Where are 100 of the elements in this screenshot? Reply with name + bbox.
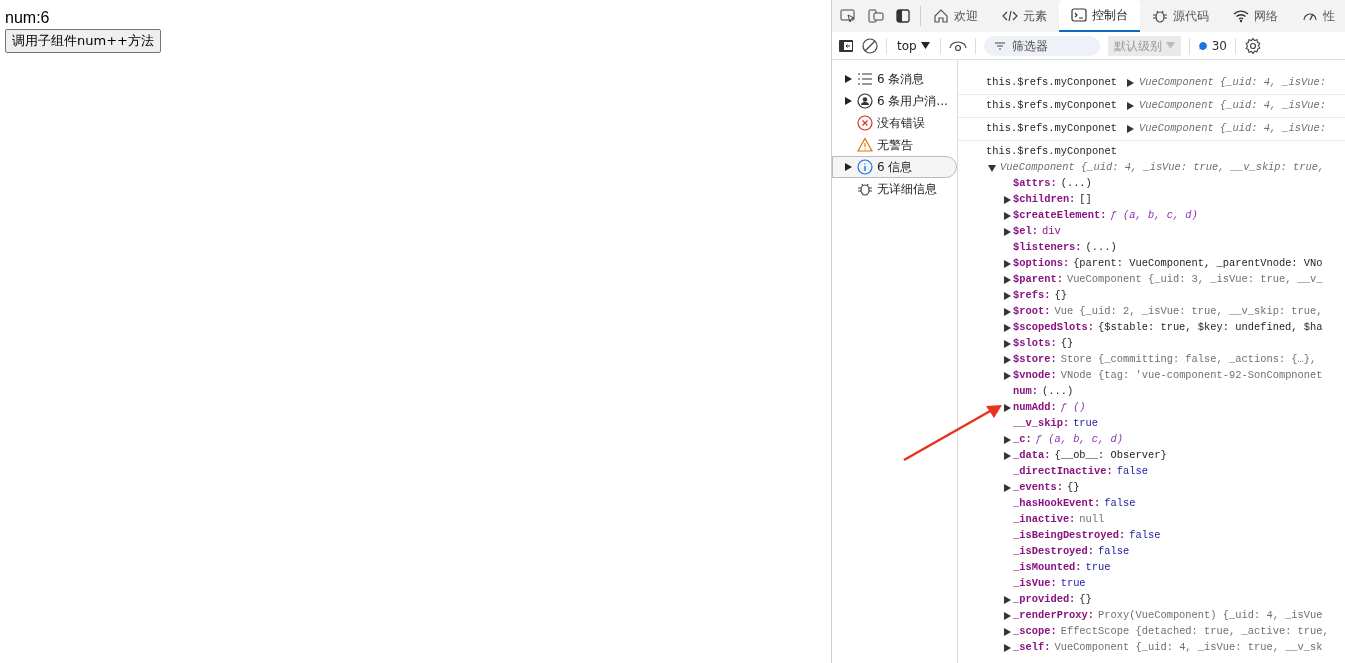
property-value: VueComponent {_uid: 4, _isVue: true, __v_sk [1054,639,1323,655]
expand-icon[interactable] [1126,79,1135,87]
sidebar-item[interactable]: 无详细信息 [832,178,957,200]
property-value: {__ob__: Observer} [1054,447,1167,463]
sidebar-item[interactable]: 没有错误 [832,112,957,134]
bug-icon [857,181,873,197]
property-key: _inactive: [1013,511,1076,528]
property-key: _hasHookEvent: [1013,495,1101,512]
increment-button[interactable]: 调用子组件num++方法 [5,29,161,53]
object-preview: VueComponent {_uid: 4, _isVue: [1138,121,1326,137]
property-value: null [1079,511,1105,527]
property-key: $slots: [1013,335,1057,352]
property-key: $children: [1013,191,1076,208]
property-key: _events: [1013,479,1063,496]
sidebar-item[interactable]: 无警告 [832,134,957,156]
clear-icon[interactable] [862,37,878,54]
property-key: _data: [1013,447,1051,464]
expand-icon[interactable] [1004,403,1012,412]
property-key: _isVue: [1013,575,1057,592]
property-value: (...) [1085,239,1117,255]
property-value: VNode {tag: 'vue-component-92-SonCompnonet [1060,367,1323,383]
property-value: {} [1060,335,1074,351]
expand-icon[interactable] [1004,483,1012,492]
property-key: $refs: [1013,287,1051,304]
property-value: false [1104,495,1136,511]
property-value: ƒ (a, b, c, d) [1035,431,1123,447]
message-icon [1197,40,1208,51]
sidebar-label: 无详细信息 [877,181,937,198]
property-value: true [1073,415,1099,431]
console-icon [1071,7,1087,23]
property-key: $createElement: [1013,207,1107,224]
sidebar-item[interactable]: 6 条消息 [832,68,957,90]
device-icon[interactable] [868,9,884,23]
property-key: numAdd: [1013,399,1057,416]
property-key: $store: [1013,351,1057,368]
property-value: Vue {_uid: 2, _isVue: true, __v_skip: true, [1054,303,1323,319]
property-key: _scope: [1013,623,1057,640]
log-message: this.$refs.myConponet [986,98,1117,114]
sidebar-toggle-icon[interactable] [838,38,854,53]
panel-icon[interactable] [896,9,910,23]
property-key: $root: [1013,303,1051,320]
property-key: $parent: [1013,271,1063,288]
property-value: {$stable: true, $key: undefined, $ha [1098,319,1323,335]
log-message: this.$refs.myConponet [986,121,1117,137]
inspect-icon[interactable] [840,9,856,23]
object-preview: VueComponent {_uid: 4, _isVue: true, __v_skip: true, [1000,159,1325,175]
expand-icon [845,74,852,83]
object-preview: VueComponent {_uid: 4, _isVue: [1138,75,1326,91]
property-key: $vnode: [1013,367,1057,384]
log-message: this.$refs.myConponet [986,75,1117,91]
error-icon [857,115,873,131]
devtools-tab[interactable]: 网络 [1221,0,1290,32]
property-key: _isMounted: [1013,559,1082,576]
property-value: div [1041,223,1061,239]
filter-field[interactable]: 筛选器 [983,35,1100,56]
eye-icon[interactable] [948,39,967,52]
message-count[interactable]: 30 [1197,36,1227,55]
property-key: $scopedSlots: [1013,319,1095,336]
sidebar-item[interactable]: 6 条用户消... [832,90,957,112]
sidebar-label: 6 条消息 [877,71,925,88]
context-dropdown[interactable]: top [895,36,932,55]
property-value: ƒ (a, b, c, d) [1110,207,1198,223]
property-key: _provided: [1013,591,1076,608]
devtools-tab[interactable]: 控制台 [1059,0,1140,32]
property-key: $attrs: [1013,175,1057,192]
property-key: num: [1013,383,1038,400]
caret-icon [1165,42,1175,49]
devtools-tab[interactable]: 源代码 [1140,0,1221,32]
sidebar-label: 6 信息 [877,159,913,176]
object-preview: VueComponent {_uid: 4, _isVue: [1138,98,1326,114]
property-value: false [1116,463,1148,479]
expand-icon [845,96,852,105]
property-value: Store {_committing: false, _actions: {…}, [1060,351,1317,367]
property-key: _renderProxy: [1013,607,1095,624]
log-message: this.$refs.myConponet [986,145,1117,157]
sidebar-item[interactable]: 6 信息 [832,156,957,178]
devtools-tab[interactable]: 元素 [990,0,1059,32]
property-key: $options: [1013,255,1070,272]
property-value: false [1098,543,1130,559]
property-value: (...) [1041,383,1074,399]
property-value: VueComponent {_uid: 3, _isVue: true, __v_ [1066,271,1323,287]
property-value: (...) [1060,175,1092,191]
expand-icon[interactable] [1126,125,1135,133]
expand-icon[interactable] [1126,102,1135,110]
code-icon [1002,8,1018,24]
devtools-tab[interactable]: 欢迎 [921,0,990,32]
sidebar-label: 6 条用户消... [877,93,948,110]
devtools-tab[interactable]: 性 [1290,0,1345,32]
property-key: _c: [1013,431,1032,448]
property-key: _self: [1013,639,1051,656]
wifi-icon [1233,8,1249,24]
property-value: {} [1054,287,1067,303]
collapse-icon[interactable] [988,163,996,172]
property-key: __v_skip: [1013,415,1070,432]
count-text: 30 [1211,37,1227,55]
filter-icon [993,40,1006,51]
property-value: true [1060,575,1086,591]
property-value: ƒ () [1060,399,1086,415]
user-icon [857,93,873,109]
settings-icon[interactable] [1243,36,1262,55]
